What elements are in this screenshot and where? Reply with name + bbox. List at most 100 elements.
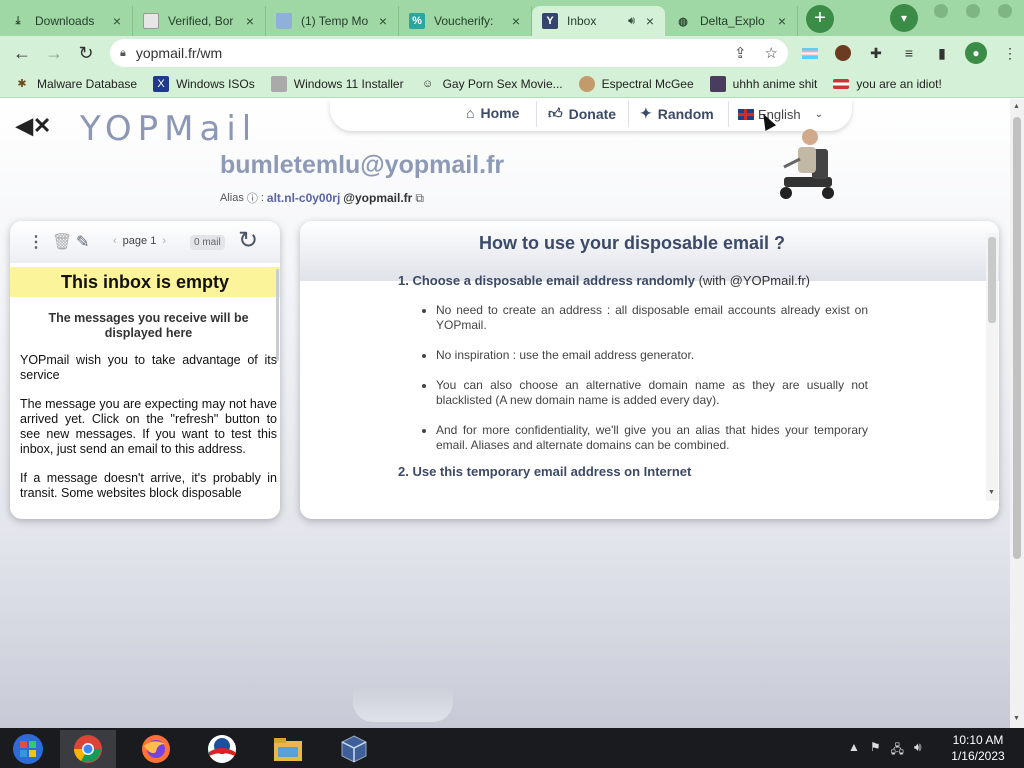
maximize-button[interactable] bbox=[966, 4, 980, 18]
step-1-list: No need to create an address : all dispo… bbox=[436, 303, 868, 453]
help-body: 1. Choose a disposable email address ran… bbox=[398, 273, 868, 494]
bookmark-label: Windows 11 Installer bbox=[293, 76, 404, 91]
help-title: How to use your disposable email ? bbox=[478, 233, 786, 253]
bookmark-star-icon[interactable]: ☆ bbox=[765, 44, 778, 62]
url-text[interactable]: yopmail.fr/wm bbox=[136, 45, 222, 61]
page-scrollbar[interactable]: ▲ ▼ bbox=[1010, 99, 1024, 728]
bookmark-windows-11-installer[interactable]: Windows 11 Installer bbox=[270, 75, 404, 92]
mute-icon[interactable]: ◀✕ bbox=[16, 113, 51, 139]
bookmark-windows-isos[interactable]: X Windows ISOs bbox=[153, 75, 255, 92]
close-icon[interactable]: × bbox=[775, 13, 789, 29]
tab-voucherify[interactable]: % Voucherify: × bbox=[399, 6, 532, 36]
home-icon: ⌂ bbox=[466, 105, 475, 121]
chevron-right-icon[interactable]: › bbox=[162, 235, 166, 247]
media-queue-icon[interactable]: ≡ bbox=[899, 43, 919, 63]
forward-button[interactable]: → bbox=[38, 43, 70, 64]
network-icon[interactable]: 🖧︎ bbox=[891, 740, 904, 761]
magic-wand-icon: ✦ bbox=[640, 105, 652, 121]
new-tab-button[interactable]: + bbox=[806, 5, 834, 33]
tray-expand-icon[interactable]: ▲ bbox=[848, 740, 860, 761]
tab-title: Downloads bbox=[35, 14, 95, 28]
chevron-left-icon[interactable]: ‹ bbox=[113, 235, 117, 247]
windows-start-icon[interactable] bbox=[0, 730, 56, 768]
uk-flag-icon bbox=[738, 109, 754, 120]
action-center-flag-icon[interactable]: ⚑ bbox=[870, 740, 881, 761]
speaker-icon[interactable]: 🔊︎ bbox=[628, 15, 635, 28]
help-bullet: You can also choose an alternative domai… bbox=[436, 378, 868, 408]
virtualbox-icon[interactable] bbox=[326, 730, 382, 768]
menu-kebab-icon[interactable]: ⋮ bbox=[1000, 43, 1020, 63]
bookmark-malware-database[interactable]: ✱ Malware Database bbox=[14, 76, 137, 92]
nav-donate[interactable]: 👍︎ Donate bbox=[548, 105, 616, 122]
nav-home[interactable]: ⌂ Home bbox=[466, 105, 519, 121]
close-icon[interactable]: × bbox=[643, 13, 657, 29]
yopmail-logo[interactable]: YOPMail bbox=[80, 109, 257, 149]
firefox-icon[interactable] bbox=[128, 730, 184, 768]
scroll-down-arrow-icon[interactable]: ▼ bbox=[988, 489, 995, 496]
tab-downloads[interactable]: ⤓ Downloads × bbox=[0, 6, 133, 36]
tab-title: Voucherify: bbox=[434, 14, 494, 28]
back-button[interactable]: ← bbox=[6, 43, 38, 64]
nav-divider bbox=[728, 101, 729, 127]
tab-title: (1) Temp Mo bbox=[301, 14, 369, 28]
close-icon[interactable]: × bbox=[110, 13, 124, 29]
volume-icon[interactable]: 🔊︎ bbox=[914, 740, 922, 761]
system-tray: ▲ ⚑ 🖧︎ 🔊︎ bbox=[848, 740, 922, 761]
mail-count-badge: 0 mail bbox=[190, 235, 225, 250]
close-icon[interactable]: × bbox=[509, 13, 523, 29]
inbox-paragraph: The message you are expecting may not ha… bbox=[20, 397, 277, 456]
taskbar-clock[interactable]: 10:10 AM 1/16/2023 bbox=[940, 732, 1016, 764]
tab-verified[interactable]: Verified, Bor × bbox=[133, 6, 266, 36]
bookmark-espectral-mcgee[interactable]: Espectral McGee bbox=[578, 75, 694, 92]
page-icon bbox=[143, 13, 159, 29]
obama-logo-icon[interactable] bbox=[194, 730, 250, 768]
help-scrollbar[interactable]: ▼ bbox=[986, 233, 998, 501]
close-icon[interactable]: × bbox=[243, 13, 257, 29]
tab-delta[interactable]: ◍ Delta_Explo × bbox=[665, 6, 798, 36]
bookmarks-bar: ✱ Malware Database X Windows ISOs Window… bbox=[0, 70, 1024, 98]
chrome-icon[interactable] bbox=[60, 730, 116, 768]
tab-search-button[interactable]: ▾ bbox=[890, 4, 918, 32]
kebab-menu-icon[interactable]: ⋮ bbox=[28, 232, 44, 252]
close-icon[interactable]: × bbox=[376, 13, 390, 29]
trash-icon[interactable]: 🗑︎ bbox=[52, 232, 72, 252]
side-panel-icon[interactable]: ▮ bbox=[932, 43, 952, 63]
tab-strip: ⤓ Downloads × Verified, Bor × (1) Temp M… bbox=[0, 0, 1024, 36]
browser-toolbar: ← → ↻ 🔒︎ yopmail.fr/wm ⇪ ☆ ✚ ≡ ▮ ● ⋮ bbox=[0, 36, 1024, 70]
window-close-button[interactable] bbox=[998, 4, 1012, 18]
minimize-button[interactable] bbox=[934, 4, 948, 18]
language-select[interactable]: English ⌄ bbox=[738, 107, 823, 122]
pencil-icon[interactable]: ✎ bbox=[76, 232, 89, 252]
share-icon[interactable]: ⇪ bbox=[734, 44, 747, 62]
info-icon[interactable]: ⓘ bbox=[247, 190, 258, 206]
bookmark-you-are-an-idiot[interactable]: you are an idiot! bbox=[833, 77, 942, 91]
nav-random[interactable]: ✦ Random bbox=[640, 105, 714, 122]
scroll-down-arrow-icon[interactable]: ▼ bbox=[1013, 715, 1020, 722]
chevron-down-icon: ⌄ bbox=[814, 109, 824, 120]
inbox-paragraph: If a message doesn't arrive, it's probab… bbox=[20, 471, 277, 500]
tab-inbox[interactable]: Y Inbox 🔊︎ × bbox=[532, 6, 665, 36]
help-scrollbar-thumb[interactable] bbox=[988, 237, 996, 323]
copy-icon[interactable]: ⧉ bbox=[415, 191, 424, 206]
photo-icon bbox=[276, 13, 292, 29]
lock-icon[interactable]: 🔒︎ bbox=[120, 47, 126, 60]
file-explorer-icon[interactable] bbox=[260, 730, 316, 768]
scroll-up-arrow-icon[interactable]: ▲ bbox=[1013, 103, 1020, 110]
tab-temp-mail[interactable]: (1) Temp Mo × bbox=[266, 6, 399, 36]
step-1-suffix: (with @YOPmail.fr) bbox=[698, 273, 810, 288]
profile-avatar[interactable]: ● bbox=[965, 42, 987, 64]
avatar-icon bbox=[578, 75, 595, 92]
extensions-puzzle-icon[interactable]: ✚ bbox=[866, 43, 886, 63]
trans-flag-extension-icon[interactable] bbox=[800, 43, 820, 63]
address-bar[interactable]: 🔒︎ yopmail.fr/wm ⇪ ☆ bbox=[110, 39, 788, 67]
bookmark-anime[interactable]: uhhh anime shit bbox=[709, 75, 817, 92]
reload-button[interactable]: ↻ bbox=[70, 43, 102, 64]
avatar-extension-icon[interactable] bbox=[833, 43, 853, 63]
yopmail-icon: Y bbox=[542, 13, 558, 29]
page-scrollbar-thumb[interactable] bbox=[1013, 117, 1021, 559]
clock-date: 1/16/2023 bbox=[951, 749, 1005, 763]
bookmark-gay-porn-sex-movie[interactable]: ☺ Gay Porn Sex Movie... bbox=[420, 76, 563, 92]
windows-taskbar: ▲ ⚑ 🖧︎ 🔊︎ 10:10 AM 1/16/2023 bbox=[0, 728, 1024, 768]
alias-link[interactable]: alt.nl-c0y00rj bbox=[267, 191, 340, 205]
refresh-icon[interactable]: ↻ bbox=[238, 226, 258, 255]
